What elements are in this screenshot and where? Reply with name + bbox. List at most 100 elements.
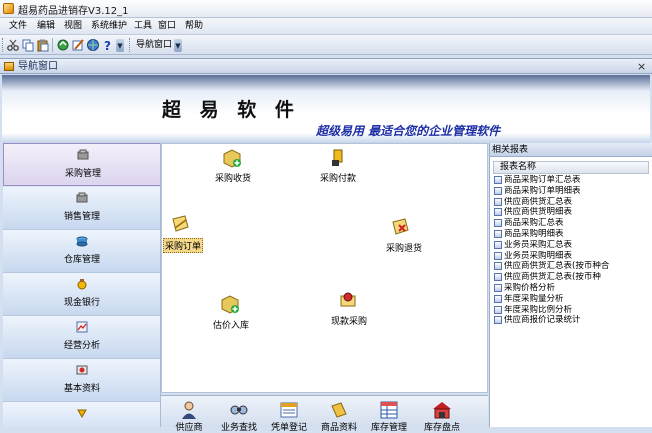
analysis-icon xyxy=(76,321,88,333)
report-icon xyxy=(494,262,502,271)
report-name: 供应商供货明细表 xyxy=(504,207,573,218)
sidebar-item-cash[interactable]: 现金银行 xyxy=(3,273,160,316)
report-list-item[interactable]: 年度采购比例分析 xyxy=(493,305,649,316)
toolbar-grip[interactable] xyxy=(2,38,5,52)
report-column-header[interactable]: 报表名称 xyxy=(493,161,649,174)
function-label: 现款采购 xyxy=(331,317,368,327)
basic-data-icon xyxy=(76,365,88,375)
report-icon xyxy=(494,176,502,184)
refresh-icon[interactable] xyxy=(56,38,70,52)
cash-purchase-icon xyxy=(340,292,356,307)
sidebar-item-label: 采购管理 xyxy=(64,169,101,179)
globe-icon[interactable] xyxy=(86,38,100,52)
menu-window[interactable]: 窗口 xyxy=(155,20,179,33)
sidebar-item-more[interactable] xyxy=(3,402,160,427)
banner: 超 易 软 件 超级易用 最适合您的企业管理软件 xyxy=(2,75,650,143)
sidebar-item-sales[interactable]: 销售管理 xyxy=(3,187,160,230)
sidebar-item-label: 仓库管理 xyxy=(63,255,100,265)
report-name: 年度采购量分析 xyxy=(504,293,564,304)
banner-slogan: 超级易用 最适合您的企业管理软件 xyxy=(316,124,501,138)
report-name: 商品采购订单明细表 xyxy=(504,185,581,196)
menu-view[interactable]: 视图 xyxy=(61,20,85,33)
sidebar-item-basic-data[interactable]: 基本资料 xyxy=(3,359,160,402)
report-icon xyxy=(494,219,502,228)
shortcut-supplier[interactable]: 供应商 xyxy=(167,400,211,433)
toolbar: ? ▼ 导航窗口 ▼ xyxy=(0,35,652,55)
report-name: 供应商供货汇总表 xyxy=(504,196,573,207)
toolbar-grip[interactable] xyxy=(129,38,132,52)
report-name: 供应商供货汇总表(按币种 xyxy=(504,272,601,283)
sidebar-item-warehouse[interactable]: 仓库管理 xyxy=(3,230,160,273)
window-title: 超易药品进销存V3.12_1 xyxy=(18,6,129,17)
title-bar: 超易药品进销存V3.12_1 xyxy=(0,0,652,18)
receive-goods-icon xyxy=(223,149,241,168)
more-icon xyxy=(77,409,87,419)
nav-window-icon xyxy=(4,62,14,71)
banner-title: 超 易 软 件 xyxy=(162,99,300,121)
report-list-item[interactable]: 业务员采购明细表 xyxy=(493,251,649,262)
nav-window-title: 导航窗口 xyxy=(18,61,58,72)
sidebar-item-label: 基本资料 xyxy=(63,384,100,394)
report-name: 供应商报价记录统计 xyxy=(504,315,581,326)
report-icon xyxy=(494,273,502,282)
app-icon xyxy=(3,3,14,14)
sales-icon xyxy=(76,192,88,203)
sidebar-item-label: 现金银行 xyxy=(63,298,100,308)
report-list-item[interactable]: 商品采购订单明细表 xyxy=(493,186,649,197)
function-purchase-return[interactable]: 采购退货 xyxy=(386,217,426,257)
menu-help[interactable]: 帮助 xyxy=(182,20,206,33)
close-icon[interactable]: × xyxy=(637,60,646,74)
report-list-item[interactable]: 供应商供货明细表 xyxy=(493,207,649,218)
function-purchase-order[interactable]: 采购订单 xyxy=(162,214,204,254)
nav-window-button[interactable]: 导航窗口 xyxy=(133,37,175,53)
shortcut-search-business[interactable]: 业务查找 xyxy=(217,400,261,433)
report-list-item[interactable]: 商品采购明细表 xyxy=(493,229,649,240)
sidebar-item-label: 经营分析 xyxy=(63,341,100,351)
purchase-icon xyxy=(77,149,89,160)
report-list-item[interactable]: 业务员采购汇总表 xyxy=(493,240,649,251)
report-list-item[interactable]: 供应商供货汇总表(按币种合 xyxy=(493,261,649,272)
report-list-item[interactable]: 供应商供货汇总表(按币种 xyxy=(493,272,649,283)
paste-icon[interactable] xyxy=(36,38,50,52)
report-name: 供应商供货汇总表(按币种合 xyxy=(504,261,610,272)
function-payment[interactable]: 采购付款 xyxy=(319,148,359,184)
report-name: 业务员采购汇总表 xyxy=(504,239,573,250)
toolbar-overflow-chevron-icon[interactable]: ▼ xyxy=(174,39,182,52)
report-list-item[interactable]: 商品采购汇总表 xyxy=(493,218,649,229)
report-list-item[interactable]: 采购价格分析 xyxy=(493,283,649,294)
report-list-item[interactable]: 年度采购量分析 xyxy=(493,294,649,305)
shortcut-inventory[interactable]: 库存盘点 xyxy=(420,400,464,433)
shortcut-stock[interactable]: 库存管理 xyxy=(367,400,411,433)
shortcut-voucher[interactable]: 凭单登记 xyxy=(267,400,311,433)
menu-tools[interactable]: 工具 xyxy=(131,20,155,33)
goods-data-icon xyxy=(331,402,347,418)
function-label: 采购订单 xyxy=(163,238,204,253)
toolbar-overflow-chevron-icon[interactable]: ▼ xyxy=(116,39,124,52)
function-cash-purchase[interactable]: 现款采购 xyxy=(330,290,370,330)
module-sidebar: 采购管理 销售管理 仓库管理 现金银行 经营分析 基本资料 xyxy=(3,143,161,427)
sidebar-item-purchase[interactable]: 采购管理 xyxy=(3,143,160,186)
shortcut-goods-data[interactable]: 商品资料 xyxy=(317,400,361,433)
report-icon xyxy=(494,229,502,238)
cut-icon[interactable] xyxy=(6,38,20,52)
function-canvas: 采购收货 采购付款 采购订单 采购退货 估价入库 现款采购 xyxy=(161,143,488,393)
menu-edit[interactable]: 编辑 xyxy=(34,20,58,33)
report-icon xyxy=(494,251,502,260)
edit-icon[interactable] xyxy=(71,38,85,52)
report-list-item[interactable]: 供应商供货汇总表 xyxy=(493,197,649,208)
report-icon xyxy=(494,240,502,249)
menu-file[interactable]: 文件 xyxy=(6,20,30,33)
report-icon xyxy=(494,305,502,314)
function-receive-goods[interactable]: 采购收货 xyxy=(214,148,254,184)
report-list-item[interactable]: 供应商报价记录统计 xyxy=(493,315,649,326)
report-name: 业务员采购明细表 xyxy=(504,250,573,261)
menu-system[interactable]: 系统维护 xyxy=(88,20,130,33)
function-valuation-stockin[interactable]: 估价入库 xyxy=(212,294,252,334)
copy-icon[interactable] xyxy=(21,38,35,52)
sidebar-item-label: 销售管理 xyxy=(63,212,100,222)
sidebar-item-analysis[interactable]: 经营分析 xyxy=(3,316,160,359)
report-name: 商品采购明细表 xyxy=(504,228,564,239)
purchase-order-icon xyxy=(172,215,189,232)
report-list-item[interactable]: 商品采购订单汇总表 xyxy=(493,175,649,186)
help-icon[interactable]: ? xyxy=(101,38,115,52)
